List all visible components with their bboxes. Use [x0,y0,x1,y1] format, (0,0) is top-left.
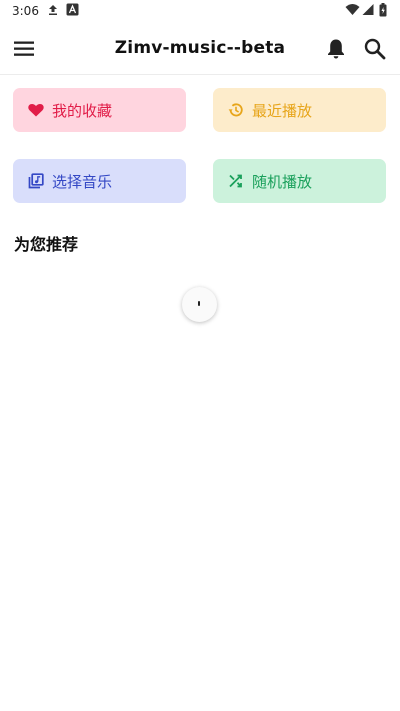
heart-icon [28,103,44,117]
favorites-button[interactable]: 我的收藏 [13,88,186,132]
favorites-label: 我的收藏 [52,101,113,120]
notifications-button[interactable] [322,35,350,63]
wifi-icon [345,3,360,20]
recent-plays-label: 最近播放 [252,101,313,120]
shuffle-icon [229,174,242,188]
bell-icon [328,39,344,59]
app-a-icon [66,3,79,19]
status-bar: 3:06 [0,0,400,24]
loading-spinner [182,287,217,322]
status-time: 3:06 [12,4,39,18]
select-music-button[interactable]: 选择音乐 [13,159,186,203]
shuffle-play-button[interactable]: 随机播放 [213,159,386,203]
shuffle-play-label: 随机播放 [252,172,313,191]
upload-icon [46,3,60,20]
search-button[interactable] [361,35,389,63]
signal-icon [362,3,374,19]
music-library-icon [28,173,44,189]
recent-plays-button[interactable]: 最近播放 [213,88,386,132]
app-bar: Zimv-music--beta [0,24,400,75]
search-icon [364,38,386,60]
battery-icon [379,3,387,20]
recommend-title: 为您推荐 [14,235,79,254]
history-icon [228,103,243,117]
spinner-indicator [198,301,200,306]
select-music-label: 选择音乐 [52,172,113,191]
